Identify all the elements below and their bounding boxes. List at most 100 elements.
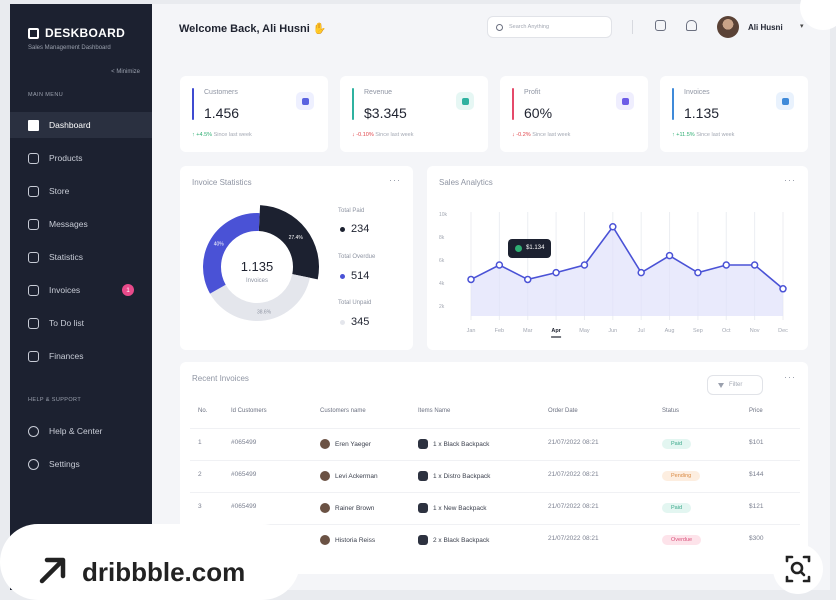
column-header[interactable]: Id Customers bbox=[231, 408, 267, 414]
chart-tooltip: $1.134 bbox=[508, 238, 552, 258]
donut-segment-label: 27.4% bbox=[289, 235, 304, 241]
more-icon[interactable]: ··· bbox=[389, 175, 401, 185]
table-cell-name: Historia Reiss bbox=[320, 535, 375, 545]
avatar[interactable] bbox=[717, 16, 739, 38]
invoice-icon bbox=[28, 284, 39, 296]
stat-delta: ↓ -0.10% Since last week bbox=[352, 132, 413, 138]
customer-avatar bbox=[320, 471, 330, 481]
cell-text: 1 x New Backpack bbox=[433, 504, 487, 512]
bell-icon[interactable] bbox=[686, 20, 697, 31]
sales-point[interactable] bbox=[523, 275, 532, 284]
backpack-icon bbox=[418, 503, 428, 513]
sales-point[interactable] bbox=[637, 268, 645, 277]
search-input[interactable]: Search Anything bbox=[487, 16, 612, 38]
sidebar-item-label: Help & Center bbox=[49, 426, 103, 436]
box-icon bbox=[28, 152, 39, 164]
sidebar-item-messages[interactable]: Messages bbox=[10, 211, 152, 237]
sales-point[interactable] bbox=[580, 261, 589, 269]
y-tick-label: 2k bbox=[439, 304, 445, 310]
chat-icon[interactable] bbox=[655, 20, 666, 31]
sidebar-item-label: Statistics bbox=[49, 252, 84, 262]
backpack-icon bbox=[418, 535, 428, 545]
stat-delta-suffix: Since last week bbox=[696, 132, 735, 138]
column-header[interactable]: Order Date bbox=[548, 408, 578, 414]
brand[interactable]: DESKBOARD bbox=[28, 26, 125, 40]
chevron-down-icon[interactable]: ▾ bbox=[800, 22, 804, 30]
lens-search-icon bbox=[785, 555, 811, 583]
sidebar-item-store[interactable]: Store bbox=[10, 178, 152, 204]
table-row[interactable] bbox=[190, 460, 800, 490]
cell-text: #065499 bbox=[231, 439, 257, 446]
status-badge: Overdue bbox=[662, 535, 702, 545]
sidebar-item-statistics[interactable]: Statistics bbox=[10, 244, 152, 270]
table-cell-status: Pending bbox=[662, 471, 701, 481]
dashboard-frame: DESKBOARD Sales Management Dashboard < M… bbox=[10, 4, 830, 590]
stat-label: Revenue bbox=[364, 89, 393, 96]
sidebar-item-label: Store bbox=[49, 186, 70, 196]
user-name[interactable]: Ali Husni bbox=[748, 23, 783, 32]
stat-card-profit[interactable]: Profit 60% ↓ -0.2% Since last week bbox=[500, 76, 648, 152]
sales-point[interactable] bbox=[750, 261, 759, 269]
sidebar-item-invoices[interactable]: Invoices 1 bbox=[10, 277, 152, 303]
stat-card-customers[interactable]: Customers 1.456 ↑ +4.5% Since last week bbox=[180, 76, 328, 152]
sidebar-item-dashboard[interactable]: Dashboard bbox=[10, 112, 152, 138]
stat-accent-bar bbox=[512, 88, 514, 120]
column-header[interactable]: Items Name bbox=[418, 408, 450, 414]
cell-text: 21/07/2022 08:21 bbox=[548, 439, 599, 446]
sidebar-item-products[interactable]: Products bbox=[10, 145, 152, 171]
column-header[interactable]: Price bbox=[749, 408, 763, 414]
sidebar-item-settings[interactable]: Settings bbox=[10, 451, 152, 477]
sales-point[interactable] bbox=[665, 251, 674, 260]
cell-text: 1 x Distro Backpack bbox=[433, 472, 491, 480]
filter-label: Filter bbox=[729, 382, 743, 388]
overdue-dot bbox=[340, 273, 345, 279]
stat-card-revenue[interactable]: Revenue $3.345 ↓ -0.10% Since last week bbox=[340, 76, 488, 152]
sidebar-item-label: Settings bbox=[49, 459, 80, 469]
sales-point[interactable] bbox=[722, 261, 731, 269]
column-header[interactable]: Status bbox=[662, 408, 679, 414]
sidebar-item-help-center[interactable]: Help & Center bbox=[10, 418, 152, 444]
sales-point[interactable] bbox=[694, 268, 702, 277]
store-icon bbox=[28, 185, 39, 197]
cell-text: #065499 bbox=[231, 471, 257, 478]
stat-value: 1.456 bbox=[204, 105, 240, 121]
cell-text: #065499 bbox=[231, 503, 257, 510]
lens-button[interactable] bbox=[773, 544, 823, 594]
sidebar-item-to-do-list[interactable]: To Do list bbox=[10, 310, 152, 336]
x-tick-label: Oct bbox=[722, 328, 731, 334]
sales-point[interactable] bbox=[552, 268, 560, 277]
table-cell-status: Paid bbox=[662, 439, 692, 449]
brand-subtitle: Sales Management Dashboard bbox=[28, 45, 111, 51]
table-cell-date: 21/07/2022 08:21 bbox=[548, 535, 599, 542]
customer-avatar bbox=[320, 535, 330, 545]
sales-point[interactable] bbox=[779, 285, 787, 293]
stat-label: Customers bbox=[204, 89, 238, 96]
column-header[interactable]: Customers name bbox=[320, 408, 366, 414]
table-row[interactable] bbox=[190, 492, 800, 522]
sidebar-item-label: Messages bbox=[49, 219, 88, 229]
minimize-button[interactable]: < Minimize bbox=[111, 69, 140, 75]
stat-card-invoices[interactable]: Invoices 1.135 ↑ +11.5% Since last week bbox=[660, 76, 808, 152]
x-tick-label: Jun bbox=[608, 328, 617, 334]
cell-text: 2 bbox=[198, 471, 202, 478]
more-icon[interactable]: ··· bbox=[784, 372, 796, 382]
column-header[interactable]: No. bbox=[198, 408, 207, 414]
x-tick-label: Feb bbox=[495, 328, 504, 334]
filter-button[interactable]: Filter bbox=[707, 375, 763, 395]
sales-point[interactable] bbox=[495, 261, 504, 269]
table-cell-status: Paid bbox=[662, 503, 692, 513]
sales-point[interactable] bbox=[467, 275, 475, 284]
y-tick-label: 6k bbox=[439, 258, 445, 264]
table-row[interactable] bbox=[190, 428, 800, 458]
sales-point[interactable] bbox=[609, 223, 617, 231]
cell-text: 21/07/2022 08:21 bbox=[548, 471, 599, 478]
stat-delta-value: +11.5% bbox=[676, 132, 695, 138]
revenue-icon bbox=[456, 92, 474, 110]
sidebar-item-finances[interactable]: Finances bbox=[10, 343, 152, 369]
grid-icon bbox=[28, 119, 39, 131]
invoice-count-badge: 1 bbox=[122, 284, 134, 296]
table-cell-item: 1 x Black Backpack bbox=[418, 439, 489, 449]
y-tick-label: 4k bbox=[439, 281, 445, 287]
stat-delta-value: +4.5% bbox=[196, 132, 213, 138]
header-divider bbox=[632, 20, 633, 34]
